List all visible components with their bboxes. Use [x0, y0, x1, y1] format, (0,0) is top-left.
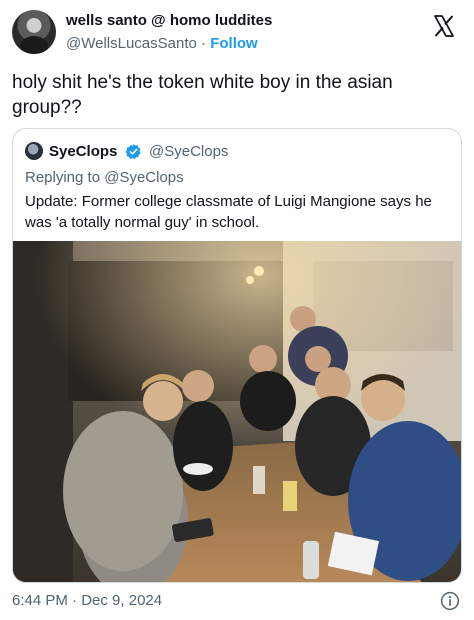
quoted-handle[interactable]: @SyeClops: [149, 143, 228, 160]
x-logo-icon[interactable]: [432, 14, 456, 38]
author-display-name[interactable]: wells santo @ homo luddites: [66, 12, 272, 29]
author-handle[interactable]: @WellsLucasSanto: [66, 35, 197, 52]
info-icon[interactable]: [440, 591, 460, 611]
restaurant-photo-image: [13, 241, 461, 582]
replying-to-line: Replying to @SyeClops: [25, 169, 184, 186]
separator-dot: ·: [201, 35, 207, 52]
author-handle-row: @WellsLucasSanto · Follow: [66, 35, 258, 52]
quoted-text: Update: Former college classmate of Luig…: [25, 193, 432, 231]
author-avatar[interactable]: [12, 10, 56, 54]
quoted-avatar[interactable]: [25, 142, 43, 160]
tweet-time: 6:44 PM: [12, 592, 68, 609]
tweet-date: Dec 9, 2024: [81, 592, 163, 609]
tweet-header: wells santo @ homo luddites @WellsLucasS…: [12, 8, 462, 58]
group-photo[interactable]: [13, 241, 461, 582]
follow-button[interactable]: Follow: [210, 35, 258, 52]
replying-prefix: Replying to: [25, 169, 105, 186]
tweet-timestamp[interactable]: 6:44 PM · Dec 9, 2024: [12, 592, 162, 609]
verified-badge-icon: [125, 144, 141, 160]
quoted-display-name[interactable]: SyeClops: [49, 143, 117, 160]
tweet-text: holy shit he's the token white boy in th…: [12, 72, 393, 118]
timestamp-separator: ·: [72, 592, 78, 609]
replying-to-handle[interactable]: @SyeClops: [104, 169, 183, 186]
quoted-tweet[interactable]: SyeClops @SyeClops Replying to @SyeClops…: [12, 128, 462, 583]
